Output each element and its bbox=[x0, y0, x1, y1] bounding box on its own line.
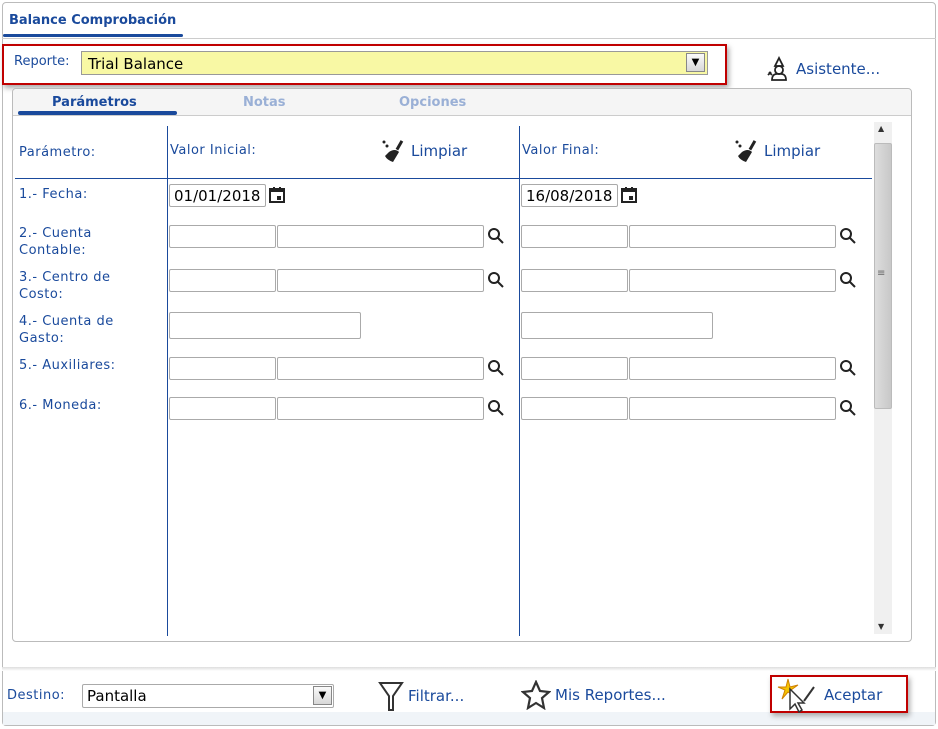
search-icon[interactable] bbox=[839, 227, 857, 249]
active-tab-underline bbox=[3, 34, 183, 37]
auxiliares-final-code-input[interactable] bbox=[521, 357, 628, 380]
tab-opciones[interactable]: Opciones bbox=[399, 95, 466, 110]
centro-costo-initial-code-input[interactable] bbox=[169, 269, 276, 292]
active-tab-underline bbox=[18, 111, 177, 115]
column-divider bbox=[519, 126, 520, 636]
report-label: Reporte: bbox=[14, 54, 70, 69]
calendar-icon[interactable] bbox=[621, 186, 637, 207]
auxiliares-initial-description-input[interactable] bbox=[277, 357, 484, 380]
search-icon[interactable] bbox=[487, 359, 505, 381]
header-divider bbox=[15, 178, 872, 179]
wizard-button[interactable]: Asistente... bbox=[766, 56, 880, 82]
search-icon[interactable] bbox=[839, 359, 857, 381]
star-icon bbox=[521, 680, 551, 710]
search-icon[interactable] bbox=[487, 271, 505, 293]
report-dropdown-button[interactable]: ▼ bbox=[686, 53, 705, 72]
centro-costo-final-description-input[interactable] bbox=[629, 269, 836, 292]
destination-dropdown-button[interactable]: ▼ bbox=[313, 686, 332, 705]
header-valor-final: Valor Final: bbox=[522, 143, 600, 158]
header-parametro: Parámetro: bbox=[19, 145, 96, 160]
cuenta-contable-initial-code-input[interactable] bbox=[169, 225, 276, 248]
search-icon[interactable] bbox=[839, 271, 857, 293]
header-valor-inicial: Valor Inicial: bbox=[170, 143, 257, 158]
destination-label: Destino: bbox=[7, 688, 66, 703]
centro-costo-final-code-input[interactable] bbox=[521, 269, 628, 292]
accept-button[interactable]: Aceptar bbox=[776, 677, 882, 713]
param-label-auxiliares: 5.- Auxiliares: bbox=[19, 358, 116, 373]
fecha-initial-input[interactable]: 01/01/2018 bbox=[169, 184, 266, 207]
centro-costo-initial-description-input[interactable] bbox=[277, 269, 484, 292]
fecha-final-input[interactable]: 16/08/2018 bbox=[521, 184, 618, 207]
scroll-up-arrow[interactable]: ▲ bbox=[878, 124, 884, 133]
accept-label: Aceptar bbox=[824, 686, 883, 704]
clear-label: Limpiar bbox=[411, 142, 468, 160]
param-label-cuenta-gasto: 4.- Cuenta de Gasto: bbox=[19, 314, 114, 346]
scrollbar-grip-icon: ≡ bbox=[877, 268, 886, 279]
destination-value: Pantalla bbox=[87, 687, 147, 705]
filter-label: Filtrar... bbox=[408, 687, 465, 705]
footer-divider bbox=[2, 667, 936, 671]
filter-button[interactable]: Filtrar... bbox=[378, 680, 464, 712]
magic-cursor-icon bbox=[777, 678, 815, 713]
param-label-fecha: 1.- Fecha: bbox=[19, 187, 88, 202]
window-tab-title[interactable]: Balance Comprobación bbox=[9, 13, 176, 28]
tab-parametros[interactable]: Parámetros bbox=[52, 95, 137, 110]
wizard-label: Asistente... bbox=[796, 60, 881, 78]
clear-final-button[interactable]: Limpiar bbox=[734, 138, 820, 164]
scroll-down-arrow[interactable]: ▼ bbox=[878, 622, 884, 631]
auxiliares-final-description-input[interactable] bbox=[629, 357, 836, 380]
moneda-final-description-input[interactable] bbox=[629, 397, 836, 420]
report-select[interactable]: Trial Balance bbox=[81, 51, 708, 75]
moneda-initial-description-input[interactable] bbox=[277, 397, 484, 420]
destination-select[interactable]: Pantalla bbox=[82, 684, 334, 708]
cuenta-contable-final-description-input[interactable] bbox=[629, 225, 836, 248]
tab-notas[interactable]: Notas bbox=[243, 95, 286, 110]
search-icon[interactable] bbox=[487, 399, 505, 421]
calendar-icon[interactable] bbox=[269, 186, 285, 207]
clear-initial-button[interactable]: Limpiar bbox=[381, 138, 467, 164]
divider bbox=[2, 38, 936, 39]
auxiliares-initial-code-input[interactable] bbox=[169, 357, 276, 380]
cuenta-gasto-final-input[interactable] bbox=[521, 312, 713, 339]
broom-icon bbox=[735, 140, 757, 162]
search-icon[interactable] bbox=[487, 227, 505, 249]
cuenta-gasto-initial-input[interactable] bbox=[169, 312, 361, 339]
report-select-value: Trial Balance bbox=[88, 55, 184, 73]
my-reports-button[interactable]: Mis Reportes... bbox=[521, 680, 666, 710]
moneda-initial-code-input[interactable] bbox=[169, 397, 276, 420]
param-label-cuenta-contable: 2.- Cuenta Contable: bbox=[19, 226, 92, 258]
clear-label: Limpiar bbox=[764, 142, 821, 160]
cuenta-contable-initial-description-input[interactable] bbox=[277, 225, 484, 248]
param-label-centro-costo: 3.- Centro de Costo: bbox=[19, 270, 111, 302]
search-icon[interactable] bbox=[839, 399, 857, 421]
column-divider bbox=[167, 126, 168, 636]
footer-bottom bbox=[3, 712, 935, 725]
wizard-icon bbox=[767, 56, 787, 81]
filter-icon bbox=[378, 682, 404, 711]
my-reports-label: Mis Reportes... bbox=[555, 686, 666, 704]
cuenta-contable-final-code-input[interactable] bbox=[521, 225, 628, 248]
moneda-final-code-input[interactable] bbox=[521, 397, 628, 420]
param-label-moneda: 6.- Moneda: bbox=[19, 398, 102, 413]
broom-icon bbox=[382, 140, 404, 162]
